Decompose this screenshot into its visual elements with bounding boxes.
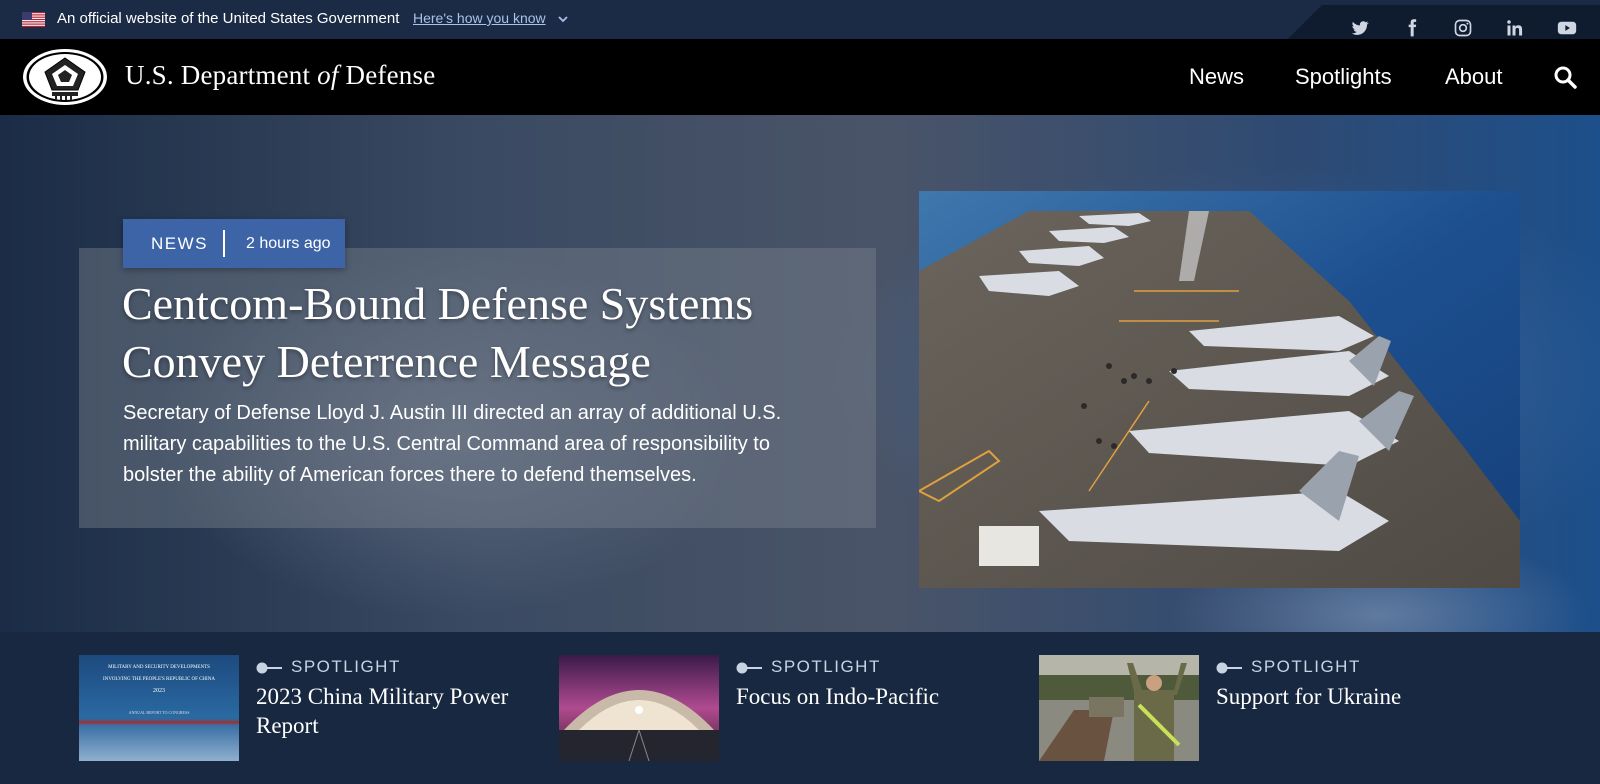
hero-summary: Secretary of Defense Lloyd J. Austin III…	[123, 402, 782, 486]
twitter-icon[interactable]	[1350, 18, 1370, 38]
spotlight-title[interactable]: Focus on Indo-Pacific	[736, 682, 1036, 711]
nav-spotlights[interactable]: Spotlights	[1295, 64, 1392, 90]
soldier-tank-photo-thumb	[1039, 655, 1199, 761]
site-title[interactable]: U.S. Department of Defense	[125, 60, 435, 91]
social-bar	[1288, 5, 1600, 39]
hero-section: NEWS 2 hours ago Centcom-Bound Defense S…	[0, 115, 1600, 632]
youtube-icon[interactable]	[1556, 18, 1578, 38]
aircraft-carrier-photo[interactable]	[919, 191, 1520, 588]
spotlight-card-china[interactable]: MILITARY AND SECURITY DEVELOPMENTS INVOL…	[79, 655, 519, 761]
spotlights-strip: MILITARY AND SECURITY DEVELOPMENTS INVOL…	[0, 632, 1600, 784]
cover-year: 2023	[153, 688, 165, 694]
nav-about[interactable]: About	[1445, 64, 1503, 90]
hangar-photo-thumb	[559, 655, 719, 761]
us-flag-icon	[22, 12, 45, 27]
spotlight-title[interactable]: 2023 China Military Power Report	[256, 682, 556, 740]
cover-title-line: INVOLVING THE PEOPLE'S REPUBLIC OF CHINA	[103, 677, 215, 682]
key-icon	[736, 662, 762, 674]
badge-category[interactable]: NEWS	[151, 234, 208, 254]
spotlight-card-ukraine[interactable]: SPOTLIGHT Support for Ukraine	[1039, 655, 1479, 761]
site-title-of: of	[317, 60, 339, 90]
official-site-text: An official website of the United States…	[57, 10, 400, 27]
key-icon	[256, 662, 282, 674]
search-icon[interactable]	[1553, 65, 1577, 89]
news-badge: NEWS 2 hours ago	[123, 219, 345, 268]
china-report-cover-thumb: MILITARY AND SECURITY DEVELOPMENTS INVOL…	[79, 655, 239, 761]
badge-timestamp: 2 hours ago	[246, 235, 331, 252]
instagram-icon[interactable]	[1453, 18, 1473, 38]
spotlight-label: SPOTLIGHT	[1251, 657, 1361, 676]
badge-divider	[223, 230, 225, 257]
pentagon-seal-logo[interactable]	[22, 48, 108, 106]
spotlight-label: SPOTLIGHT	[291, 657, 401, 676]
key-icon	[1216, 662, 1242, 674]
site-title-part: U.S. Department	[125, 60, 318, 90]
spotlight-title[interactable]: Support for Ukraine	[1216, 682, 1516, 711]
hero-headline[interactable]: Centcom-Bound Defense Systems Convey Det…	[122, 275, 822, 391]
nav-news[interactable]: News	[1189, 64, 1244, 90]
linkedin-icon[interactable]	[1505, 18, 1525, 38]
spotlight-label: SPOTLIGHT	[771, 657, 881, 676]
spotlight-card-indo-pacific[interactable]: SPOTLIGHT Focus on Indo-Pacific	[559, 655, 999, 761]
site-header: U.S. Department of Defense News Spotligh…	[0, 39, 1600, 115]
cover-title-line: MILITARY AND SECURITY DEVELOPMENTS	[108, 665, 210, 670]
chevron-down-icon[interactable]	[557, 13, 569, 25]
site-title-part: Defense	[338, 60, 436, 90]
cover-subtitle: ANNUAL REPORT TO CONGRESS	[128, 710, 190, 715]
how-you-know-link[interactable]: Here's how you know	[413, 10, 546, 26]
facebook-icon[interactable]	[1402, 18, 1422, 38]
